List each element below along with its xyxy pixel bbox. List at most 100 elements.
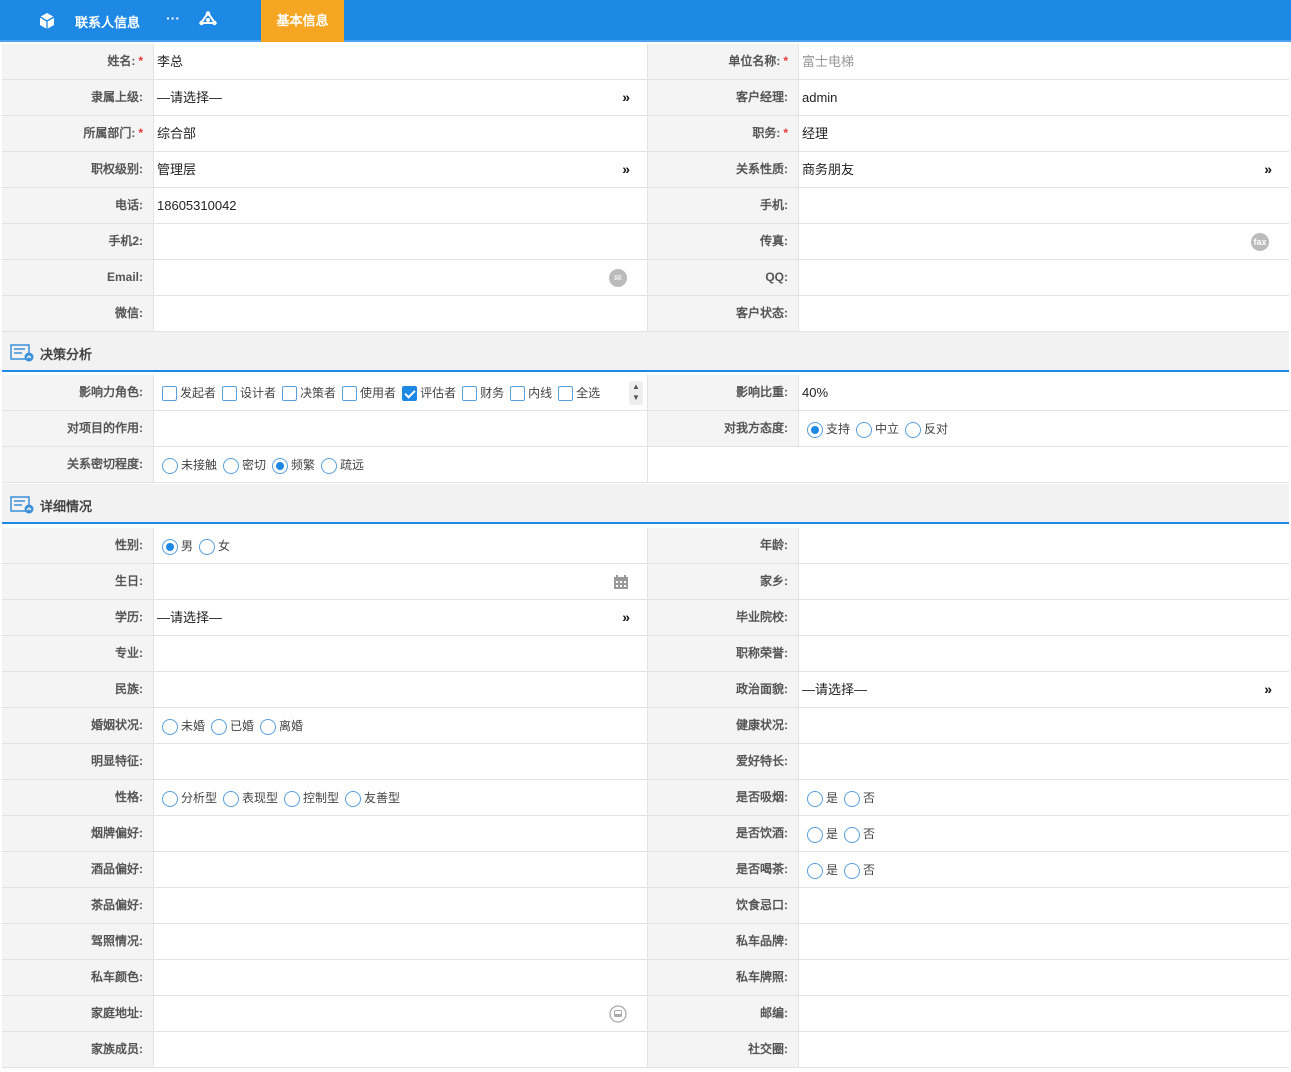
field-value[interactable] (153, 672, 647, 707)
checkbox[interactable] (342, 386, 358, 402)
radio[interactable] (199, 538, 216, 555)
radio[interactable] (345, 790, 362, 807)
field-value[interactable]: 管理层 » (153, 152, 647, 187)
field-value[interactable]: 是否 (798, 852, 1289, 887)
share-icon[interactable] (199, 11, 217, 29)
radio-option[interactable]: 已婚 (211, 709, 254, 744)
radio[interactable] (807, 421, 823, 438)
checkbox[interactable] (402, 386, 418, 402)
radio[interactable] (272, 457, 289, 474)
radio[interactable] (162, 790, 178, 807)
checkbox-option[interactable]: 内线 (510, 376, 552, 411)
radio-option[interactable]: 否 (844, 781, 875, 816)
checkbox[interactable] (222, 386, 238, 402)
select-arrow-icon[interactable]: » (622, 152, 630, 187)
field-value[interactable] (153, 996, 647, 1031)
field-value[interactable] (798, 296, 1289, 331)
radio-option[interactable]: 密切 (223, 448, 266, 483)
checkbox-option[interactable]: 发起者 (162, 376, 216, 411)
field-value[interactable] (798, 600, 1289, 635)
field-value[interactable] (153, 636, 647, 671)
field-value[interactable]: admin (798, 80, 1289, 115)
radio-option[interactable]: 控制型 (284, 781, 339, 816)
radio[interactable] (162, 718, 178, 735)
field-value[interactable]: 分析型 表现型 控制型 友善型 (153, 780, 647, 815)
checkbox-option[interactable]: 决策者 (282, 376, 336, 411)
checkbox[interactable] (462, 386, 478, 402)
chevron-down-icon[interactable]: ▼ (629, 392, 643, 403)
radio[interactable] (284, 790, 301, 807)
field-value[interactable] (798, 564, 1289, 599)
field-value[interactable] (153, 296, 647, 331)
email-icon[interactable]: ✉ (609, 269, 627, 287)
radio[interactable] (844, 862, 861, 879)
radio[interactable] (844, 790, 861, 807)
radio-option[interactable]: 是 (807, 817, 838, 852)
field-value[interactable]: 商务朋友 » (798, 152, 1289, 187)
field-value[interactable] (153, 852, 647, 887)
chevron-up-icon[interactable]: ▲ (629, 381, 643, 392)
radio-option[interactable]: 支持 (807, 412, 850, 447)
select-arrow-icon[interactable]: » (622, 80, 630, 115)
radio-option[interactable]: 反对 (905, 412, 948, 447)
field-value[interactable]: 未婚 已婚 离婚 (153, 708, 647, 743)
radio[interactable] (807, 826, 823, 843)
field-value[interactable]: —请选择— » (153, 600, 647, 635)
checkbox[interactable] (558, 386, 574, 402)
field-value[interactable] (798, 528, 1289, 563)
field-value[interactable]: —请选择— » (153, 80, 647, 115)
checkbox-option[interactable]: 全选 (558, 376, 600, 411)
field-value[interactable] (798, 1032, 1289, 1067)
checkbox-option[interactable]: 评估者 (402, 376, 456, 411)
field-value[interactable]: ✉ (153, 260, 647, 295)
radio-option[interactable]: 频繁 (272, 448, 315, 483)
field-value[interactable] (798, 260, 1289, 295)
field-value[interactable]: 综合部 (153, 116, 647, 151)
fax-icon[interactable]: fax (1251, 233, 1269, 251)
radio-option[interactable]: 友善型 (345, 781, 400, 816)
field-value[interactable] (798, 924, 1289, 959)
field-value[interactable]: 是否 (798, 816, 1289, 851)
calendar-icon[interactable] (613, 574, 629, 590)
radio-option[interactable]: 未婚 (162, 709, 205, 744)
field-value[interactable]: —请选择— » (798, 672, 1289, 707)
radio[interactable] (162, 457, 178, 474)
radio-option[interactable]: 未接触 (162, 448, 217, 483)
radio[interactable] (321, 457, 338, 474)
select-arrow-icon[interactable]: » (622, 600, 630, 635)
influence-ratio-field[interactable]: 40% (798, 375, 1289, 410)
project-role-field[interactable] (153, 411, 647, 446)
field-value[interactable] (153, 924, 647, 959)
field-value[interactable]: 李总 (153, 44, 647, 79)
field-value[interactable] (153, 224, 647, 259)
field-value[interactable] (153, 744, 647, 779)
map-bus-icon[interactable] (609, 1005, 627, 1023)
field-value[interactable]: 富士电梯 (798, 44, 1289, 79)
radio-option[interactable]: 中立 (856, 412, 899, 447)
radio-option[interactable]: 是 (807, 853, 838, 888)
checkbox[interactable] (510, 386, 526, 402)
radio[interactable] (223, 790, 240, 807)
field-value[interactable]: fax (798, 224, 1289, 259)
field-value[interactable]: 18605310042 (153, 188, 647, 223)
radio-option[interactable]: 否 (844, 853, 875, 888)
field-value[interactable]: 经理 (798, 116, 1289, 151)
field-value[interactable] (153, 1032, 647, 1067)
checkbox-option[interactable]: 财务 (462, 376, 504, 411)
radio-option[interactable]: 分析型 (162, 781, 217, 816)
field-value[interactable]: 男女 (153, 528, 647, 563)
field-value[interactable] (798, 744, 1289, 779)
radio[interactable] (844, 826, 861, 843)
tab-basic-info[interactable]: 基本信息 (261, 0, 344, 42)
field-value[interactable] (798, 636, 1289, 671)
field-value[interactable] (153, 960, 647, 995)
radio-option[interactable]: 否 (844, 817, 875, 852)
field-value[interactable]: 是否 (798, 780, 1289, 815)
select-arrow-icon[interactable]: » (1264, 152, 1272, 187)
radio[interactable] (260, 718, 277, 735)
field-value[interactable] (798, 708, 1289, 743)
radio-option[interactable]: 是 (807, 781, 838, 816)
radio-option[interactable]: 疏远 (321, 448, 364, 483)
radio-option[interactable]: 离婚 (260, 709, 303, 744)
field-value[interactable] (798, 960, 1289, 995)
